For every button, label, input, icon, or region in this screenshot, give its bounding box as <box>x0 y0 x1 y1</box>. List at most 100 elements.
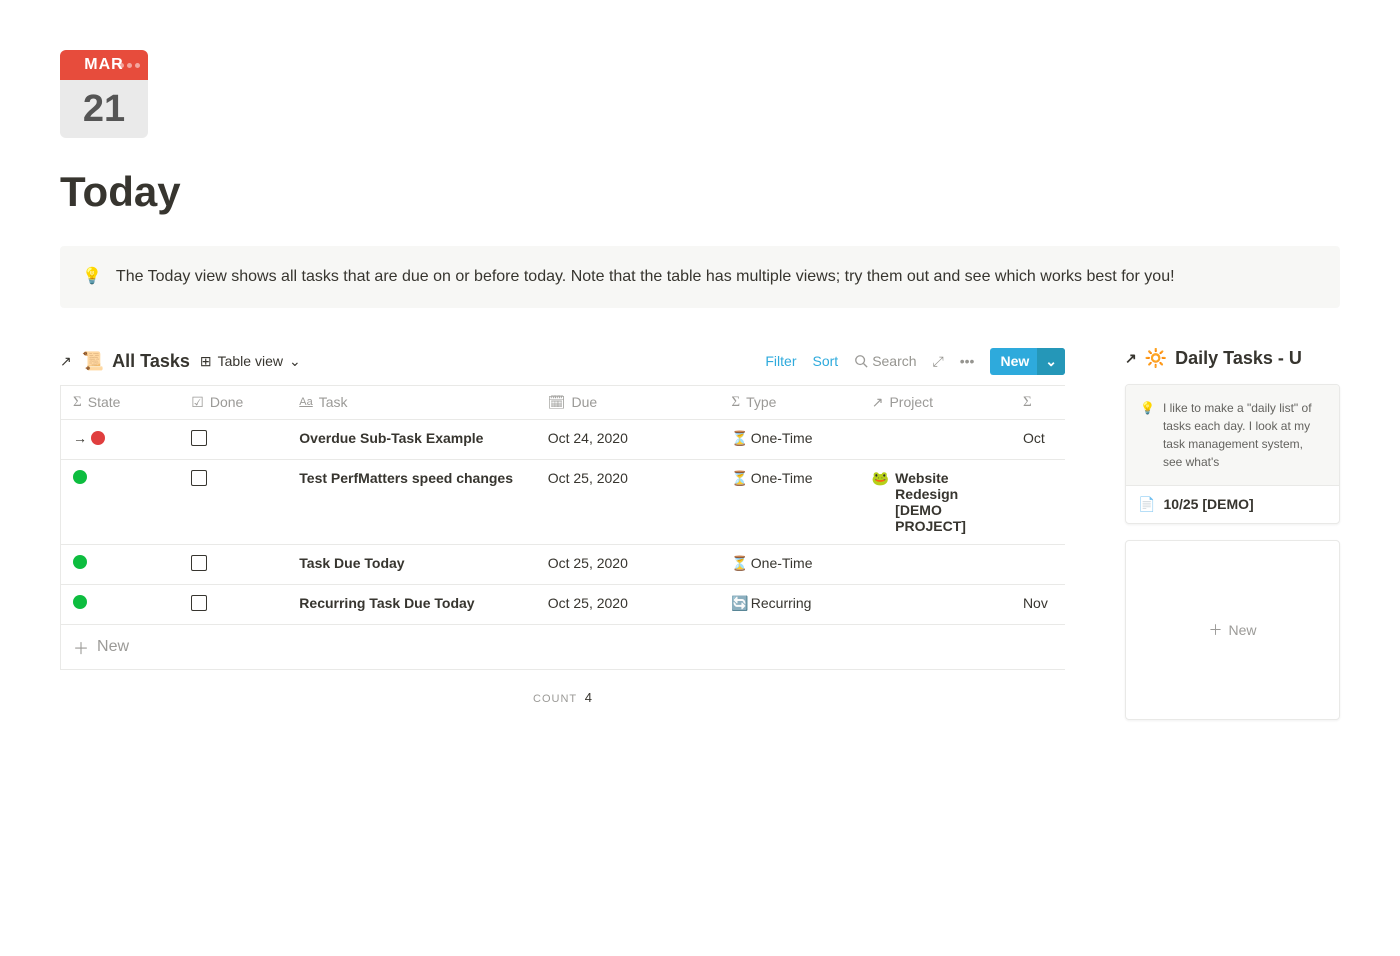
sigma-icon: Σ <box>731 394 740 411</box>
tasks-toolbar: Filter Sort Search ⤢ ••• New ⌄ <box>765 348 1065 375</box>
more-icon[interactable]: ••• <box>960 353 975 369</box>
sigma-icon: Σ <box>73 394 82 411</box>
col-header-task[interactable]: AaTask <box>287 385 535 419</box>
relation-icon: ↗ <box>872 394 884 411</box>
lightbulb-icon: 💡 <box>1140 399 1155 471</box>
table-row[interactable]: → Overdue Sub-Task Example Oct 24, 2020 … <box>61 419 1066 459</box>
search-icon <box>854 354 868 368</box>
chevron-down-icon: ⌄ <box>289 353 301 370</box>
search-button[interactable]: Search <box>854 353 916 369</box>
calendar-icon-top: MAR <box>60 50 148 80</box>
table-icon: ⊞ <box>200 353 212 370</box>
daily-item[interactable]: 📄 10/25 [DEMO] <box>1126 485 1339 523</box>
table-row[interactable]: Recurring Task Due Today Oct 25, 2020 🔄R… <box>61 584 1066 624</box>
plus-icon: ＋ <box>1208 620 1222 640</box>
arrow-right-icon: → <box>73 430 87 446</box>
state-cell <box>73 470 167 484</box>
table-row[interactable]: Task Due Today Oct 25, 2020 ⏳One-Time <box>61 544 1066 584</box>
new-button[interactable]: New ⌄ <box>990 348 1065 375</box>
new-row-label: New <box>97 638 129 656</box>
due-date: Oct 25, 2020 <box>548 555 628 571</box>
task-name[interactable]: Recurring Task Due Today <box>299 595 474 611</box>
count-value: 4 <box>585 690 592 705</box>
text-icon: Aa <box>299 396 312 408</box>
filter-button[interactable]: Filter <box>765 353 796 369</box>
checkbox-icon: ☑ <box>191 394 204 411</box>
state-cell <box>73 595 167 609</box>
type-icon: ⏳ <box>731 430 748 447</box>
extra-cell: Nov <box>1023 595 1048 611</box>
plus-icon: ＋ <box>73 635 89 659</box>
page-title: Today <box>60 168 1340 216</box>
project-name: Website Redesign [DEMO PROJECT] <box>895 470 999 534</box>
due-date: Oct 25, 2020 <box>548 595 628 611</box>
new-label: New <box>1000 353 1029 369</box>
col-header-due[interactable]: 🗓Due <box>536 385 720 419</box>
col-header-done[interactable]: ☑Done <box>179 385 287 419</box>
done-checkbox[interactable] <box>191 430 207 446</box>
state-cell <box>73 555 167 569</box>
done-checkbox[interactable] <box>191 555 207 571</box>
due-date: Oct 24, 2020 <box>548 430 628 446</box>
calendar-month: MAR <box>84 56 123 74</box>
open-arrow-icon[interactable]: ↗ <box>60 353 72 370</box>
type-label: One-Time <box>751 470 813 486</box>
type-icon: ⏳ <box>731 555 748 572</box>
table-row[interactable]: Test PerfMatters speed changes Oct 25, 2… <box>61 459 1066 544</box>
daily-title[interactable]: Daily Tasks - U <box>1175 348 1302 369</box>
daily-card[interactable]: 💡 I like to make a "daily list" of tasks… <box>1125 384 1340 524</box>
daily-note: 💡 I like to make a "daily list" of tasks… <box>1126 385 1339 485</box>
daily-tasks-database: ↗ 🔆 Daily Tasks - U 💡 I like to make a "… <box>1125 348 1340 720</box>
sigma-icon: Σ <box>1023 394 1032 411</box>
status-dot-icon <box>73 555 87 569</box>
col-header-project[interactable]: ↗Project <box>860 385 1011 419</box>
daily-new-card[interactable]: ＋ New <box>1125 540 1340 720</box>
sort-button[interactable]: Sort <box>813 353 839 369</box>
page-icon[interactable]: MAR 21 <box>60 50 148 138</box>
done-checkbox[interactable] <box>191 470 207 486</box>
new-dropdown-caret[interactable]: ⌄ <box>1037 348 1065 375</box>
col-header-type[interactable]: ΣType <box>719 385 859 419</box>
expand-icon[interactable]: ⤢ <box>933 353 944 370</box>
col-header-extra[interactable]: Σ <box>1011 385 1065 419</box>
type-tag: ⏳One-Time <box>731 430 847 447</box>
daily-item-label: 10/25 [DEMO] <box>1163 496 1253 512</box>
type-icon: ⏳ <box>731 470 748 487</box>
type-tag: 🔄Recurring <box>731 595 847 612</box>
type-icon: 🔄 <box>731 595 748 612</box>
done-checkbox[interactable] <box>191 595 207 611</box>
tasks-table: ΣState ☑Done AaTask 🗓Due ΣType ↗Project … <box>60 385 1065 625</box>
state-cell: → <box>73 430 167 446</box>
task-name[interactable]: Test PerfMatters speed changes <box>299 470 513 486</box>
tasks-header: ↗ 📜 All Tasks ⊞ Table view ⌄ Filter Sort… <box>60 348 1065 375</box>
status-dot-icon <box>73 595 87 609</box>
callout-text: The Today view shows all tasks that are … <box>116 264 1175 290</box>
project-link[interactable]: 🐸 Website Redesign [DEMO PROJECT] <box>872 470 999 534</box>
tasks-title[interactable]: All Tasks <box>112 351 190 372</box>
open-arrow-icon[interactable]: ↗ <box>1125 350 1137 367</box>
type-label: Recurring <box>751 595 812 611</box>
calendar-small-icon: 🗓 <box>548 394 566 411</box>
daily-header: ↗ 🔆 Daily Tasks - U <box>1125 348 1340 369</box>
view-selector[interactable]: ⊞ Table view ⌄ <box>200 353 301 370</box>
all-tasks-database: ↗ 📜 All Tasks ⊞ Table view ⌄ Filter Sort… <box>60 348 1065 725</box>
type-label: One-Time <box>751 555 813 571</box>
col-header-state[interactable]: ΣState <box>61 385 180 419</box>
sun-icon: 🔆 <box>1145 348 1167 369</box>
due-date: Oct 25, 2020 <box>548 470 628 486</box>
status-dot-icon <box>91 431 105 445</box>
daily-note-text: I like to make a "daily list" of tasks e… <box>1163 399 1325 471</box>
new-row-button[interactable]: ＋ New <box>60 625 1065 670</box>
task-name[interactable]: Overdue Sub-Task Example <box>299 430 483 446</box>
calendar-icon-bottom: 21 <box>60 80 148 138</box>
count-summary: COUNT 4 <box>60 670 1065 725</box>
type-label: One-Time <box>751 430 813 446</box>
extra-cell: Oct <box>1023 430 1045 446</box>
lightbulb-icon: 💡 <box>82 264 102 290</box>
calendar-day: 21 <box>83 88 125 131</box>
task-name[interactable]: Task Due Today <box>299 555 404 571</box>
project-icon: 🐸 <box>872 470 889 487</box>
type-tag: ⏳One-Time <box>731 555 847 572</box>
page-icon: 📄 <box>1138 496 1155 513</box>
info-callout: 💡 The Today view shows all tasks that ar… <box>60 246 1340 308</box>
